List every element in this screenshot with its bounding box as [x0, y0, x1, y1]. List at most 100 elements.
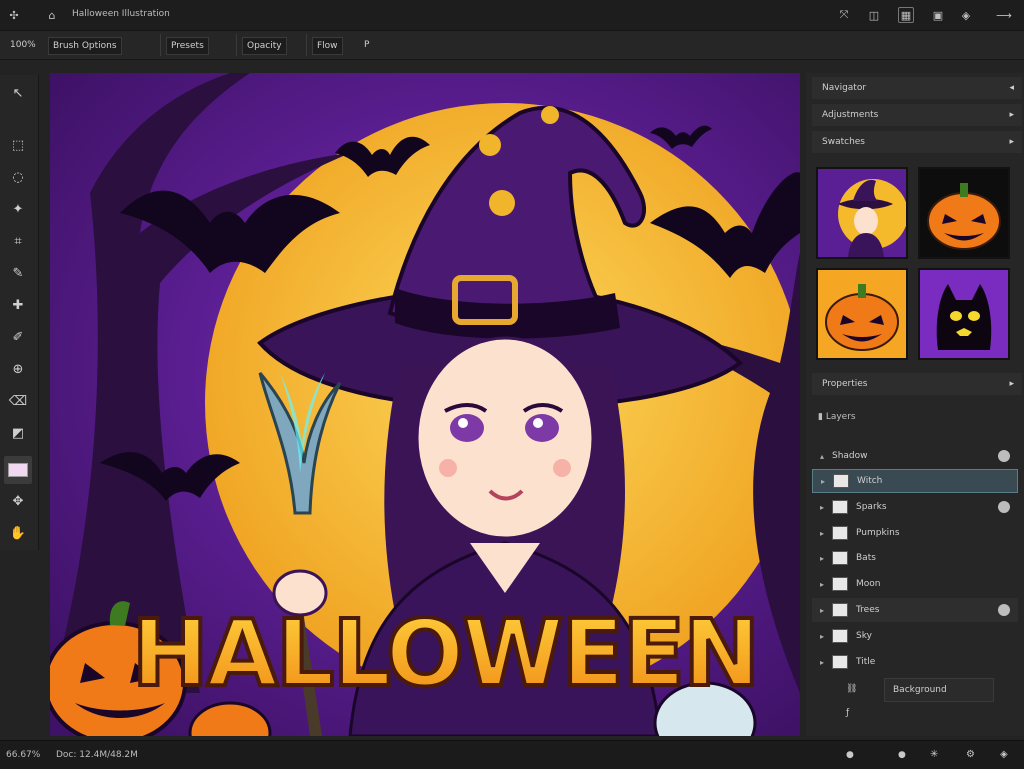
status-bar: 66.67% Doc: 12.4M/48.2M ● ● ✳ ⚙ ◈ — [0, 740, 1024, 769]
opacity-field[interactable]: Opacity — [242, 37, 287, 55]
eye-icon[interactable]: ▸ — [812, 658, 832, 667]
layer-name-edit[interactable]: Background — [884, 678, 994, 702]
panel-swatches-header[interactable]: Swatches ▸ — [812, 131, 1022, 153]
layer-thumbnail — [832, 655, 848, 669]
info-icon[interactable]: ● — [846, 750, 854, 760]
fx-icon[interactable]: ƒ — [846, 708, 849, 718]
thumbnail-witch[interactable] — [816, 167, 908, 259]
layer-thumbnail — [832, 526, 848, 540]
text-tool-icon[interactable]: ✥ — [4, 487, 32, 515]
chevron-icon[interactable]: ▸ — [1009, 110, 1014, 120]
marquee-tool-icon[interactable]: ⬚ — [4, 131, 32, 159]
fullscreen-icon[interactable]: ◈ — [1000, 749, 1008, 760]
eyedropper-tool-icon[interactable]: ✎ — [4, 259, 32, 287]
panel-swatches-title: Swatches — [822, 137, 865, 147]
layer-mask-icon[interactable] — [998, 450, 1010, 462]
document-info: Doc: 12.4M/48.2M — [56, 750, 138, 760]
layer-thumbnail — [833, 474, 849, 488]
layer-row[interactable]: ▸ Title — [812, 650, 1018, 674]
layer-row[interactable]: ▸ Trees — [812, 598, 1018, 622]
cat-thumbnail-image — [936, 284, 992, 350]
crop-tool-icon[interactable]: ⌗ — [4, 227, 32, 255]
export-icon[interactable]: ⚙ — [966, 749, 975, 760]
move-tool-icon[interactable]: ↖ — [4, 79, 32, 107]
pumpkin-orange-thumbnail-image — [825, 284, 899, 351]
layer-name: Sparks — [856, 502, 887, 512]
layer-row[interactable]: ▴ Shadow — [812, 444, 1018, 468]
move-icon[interactable]: ⤧ — [836, 7, 852, 23]
settings-icon[interactable]: ● — [898, 750, 906, 760]
grid-icon[interactable]: ▦ — [898, 7, 914, 23]
eye-icon[interactable]: ▸ — [812, 503, 832, 512]
app-logo-icon[interactable]: ✣ — [6, 7, 22, 23]
flow-field[interactable]: Flow — [312, 37, 343, 55]
pumpkin-thumbnail-image — [927, 183, 1001, 250]
divider — [160, 34, 161, 56]
layer-thumbnail — [832, 551, 848, 565]
layers-icon[interactable]: ◫ — [866, 7, 882, 23]
divider — [236, 34, 237, 56]
wand-tool-icon[interactable]: ✦ — [4, 195, 32, 223]
hand-tool-icon[interactable]: ✋ — [4, 519, 32, 547]
options-bar: 100% Brush Options Presets Opacity Flow … — [0, 31, 1024, 60]
layer-mask-icon[interactable] — [998, 604, 1010, 616]
panel-navigator-title: Navigator — [822, 83, 867, 93]
share-icon[interactable]: ✳ — [930, 749, 938, 760]
gradient-tool-icon[interactable]: ◩ — [4, 419, 32, 447]
panel-adjustments-title: Adjustments — [822, 110, 879, 120]
stamp-tool-icon[interactable]: ⊕ — [4, 355, 32, 383]
heal-tool-icon[interactable]: ✚ — [4, 291, 32, 319]
eye-icon[interactable]: ▸ — [812, 529, 832, 538]
brush-tool-icon[interactable]: ✐ — [4, 323, 32, 351]
layer-row-selected[interactable]: ▸ Witch — [812, 469, 1018, 493]
shape-tool-icon[interactable] — [4, 456, 32, 484]
home-icon[interactable]: ⌂ — [44, 7, 60, 23]
layer-row[interactable]: ▸ Sky — [812, 624, 1018, 648]
panel-properties-header[interactable]: Properties ▸ — [812, 373, 1022, 395]
brush-size-value[interactable]: 100% — [6, 37, 40, 53]
link-icon[interactable]: ⛓ — [846, 684, 857, 694]
witch-thumbnail-image — [838, 179, 906, 257]
eye-icon[interactable]: ▴ — [812, 452, 832, 461]
lasso-tool-icon[interactable]: ◌ — [4, 163, 32, 191]
panel-navigator-header[interactable]: Navigator ◂ — [812, 77, 1022, 99]
layers-icon: ▮ — [818, 412, 826, 422]
eye-icon[interactable]: ▸ — [813, 477, 833, 486]
layer-name: Pumpkins — [856, 528, 900, 538]
layer-row[interactable]: ▸ Pumpkins — [812, 521, 1018, 545]
layer-name: Moon — [856, 579, 881, 589]
chevron-icon[interactable]: ▸ — [1009, 137, 1014, 147]
layer-row[interactable]: ▸ Sparks — [812, 495, 1018, 519]
chevron-icon[interactable]: ▸ — [1009, 379, 1014, 389]
eye-icon[interactable]: ▸ — [812, 606, 832, 615]
layer-name: Witch — [857, 476, 883, 486]
eye-icon[interactable]: ▸ — [812, 554, 832, 563]
canvas[interactable]: HALLOWEEN — [50, 73, 800, 736]
screen-icon[interactable]: ▣ — [930, 7, 946, 23]
layer-name: Title — [856, 657, 876, 667]
zoom-level[interactable]: 66.67% — [6, 750, 40, 760]
thumbnail-pumpkin-orange[interactable] — [816, 268, 908, 360]
presets-dropdown[interactable]: Presets — [166, 37, 209, 55]
document-title: Halloween Illustration — [72, 9, 170, 19]
layer-row[interactable]: ▸ Moon — [812, 572, 1018, 596]
layer-name: Background — [893, 685, 947, 695]
chevron-icon[interactable]: ◂ — [1009, 83, 1014, 93]
brush-icon[interactable]: ◈ — [958, 7, 974, 23]
layer-row[interactable]: ▸ Bats — [812, 546, 1018, 570]
divider — [306, 34, 307, 56]
layers-panel-title: ▮ Layers — [818, 412, 856, 422]
brush-options-dropdown[interactable]: Brush Options — [48, 37, 122, 55]
top-bar: ✣ ⌂ Halloween Illustration ⤧ ◫ ▦ ▣ ◈ ⟶ — [0, 0, 1024, 31]
eye-icon[interactable]: ▸ — [812, 632, 832, 641]
layer-mask-icon[interactable] — [998, 501, 1010, 513]
layer-name: Shadow — [832, 451, 868, 461]
eye-icon[interactable]: ▸ — [812, 580, 832, 589]
panel-adjustments-header[interactable]: Adjustments ▸ — [812, 104, 1022, 126]
thumbnail-pumpkin-dark[interactable] — [918, 167, 1010, 259]
thumbnail-cat[interactable] — [918, 268, 1010, 360]
halloween-artwork: HALLOWEEN — [50, 73, 800, 736]
view-icon[interactable]: ⟶ — [990, 7, 1018, 23]
eraser-tool-icon[interactable]: ⌫ — [4, 387, 32, 415]
pressure-toggle[interactable]: P — [360, 37, 373, 53]
